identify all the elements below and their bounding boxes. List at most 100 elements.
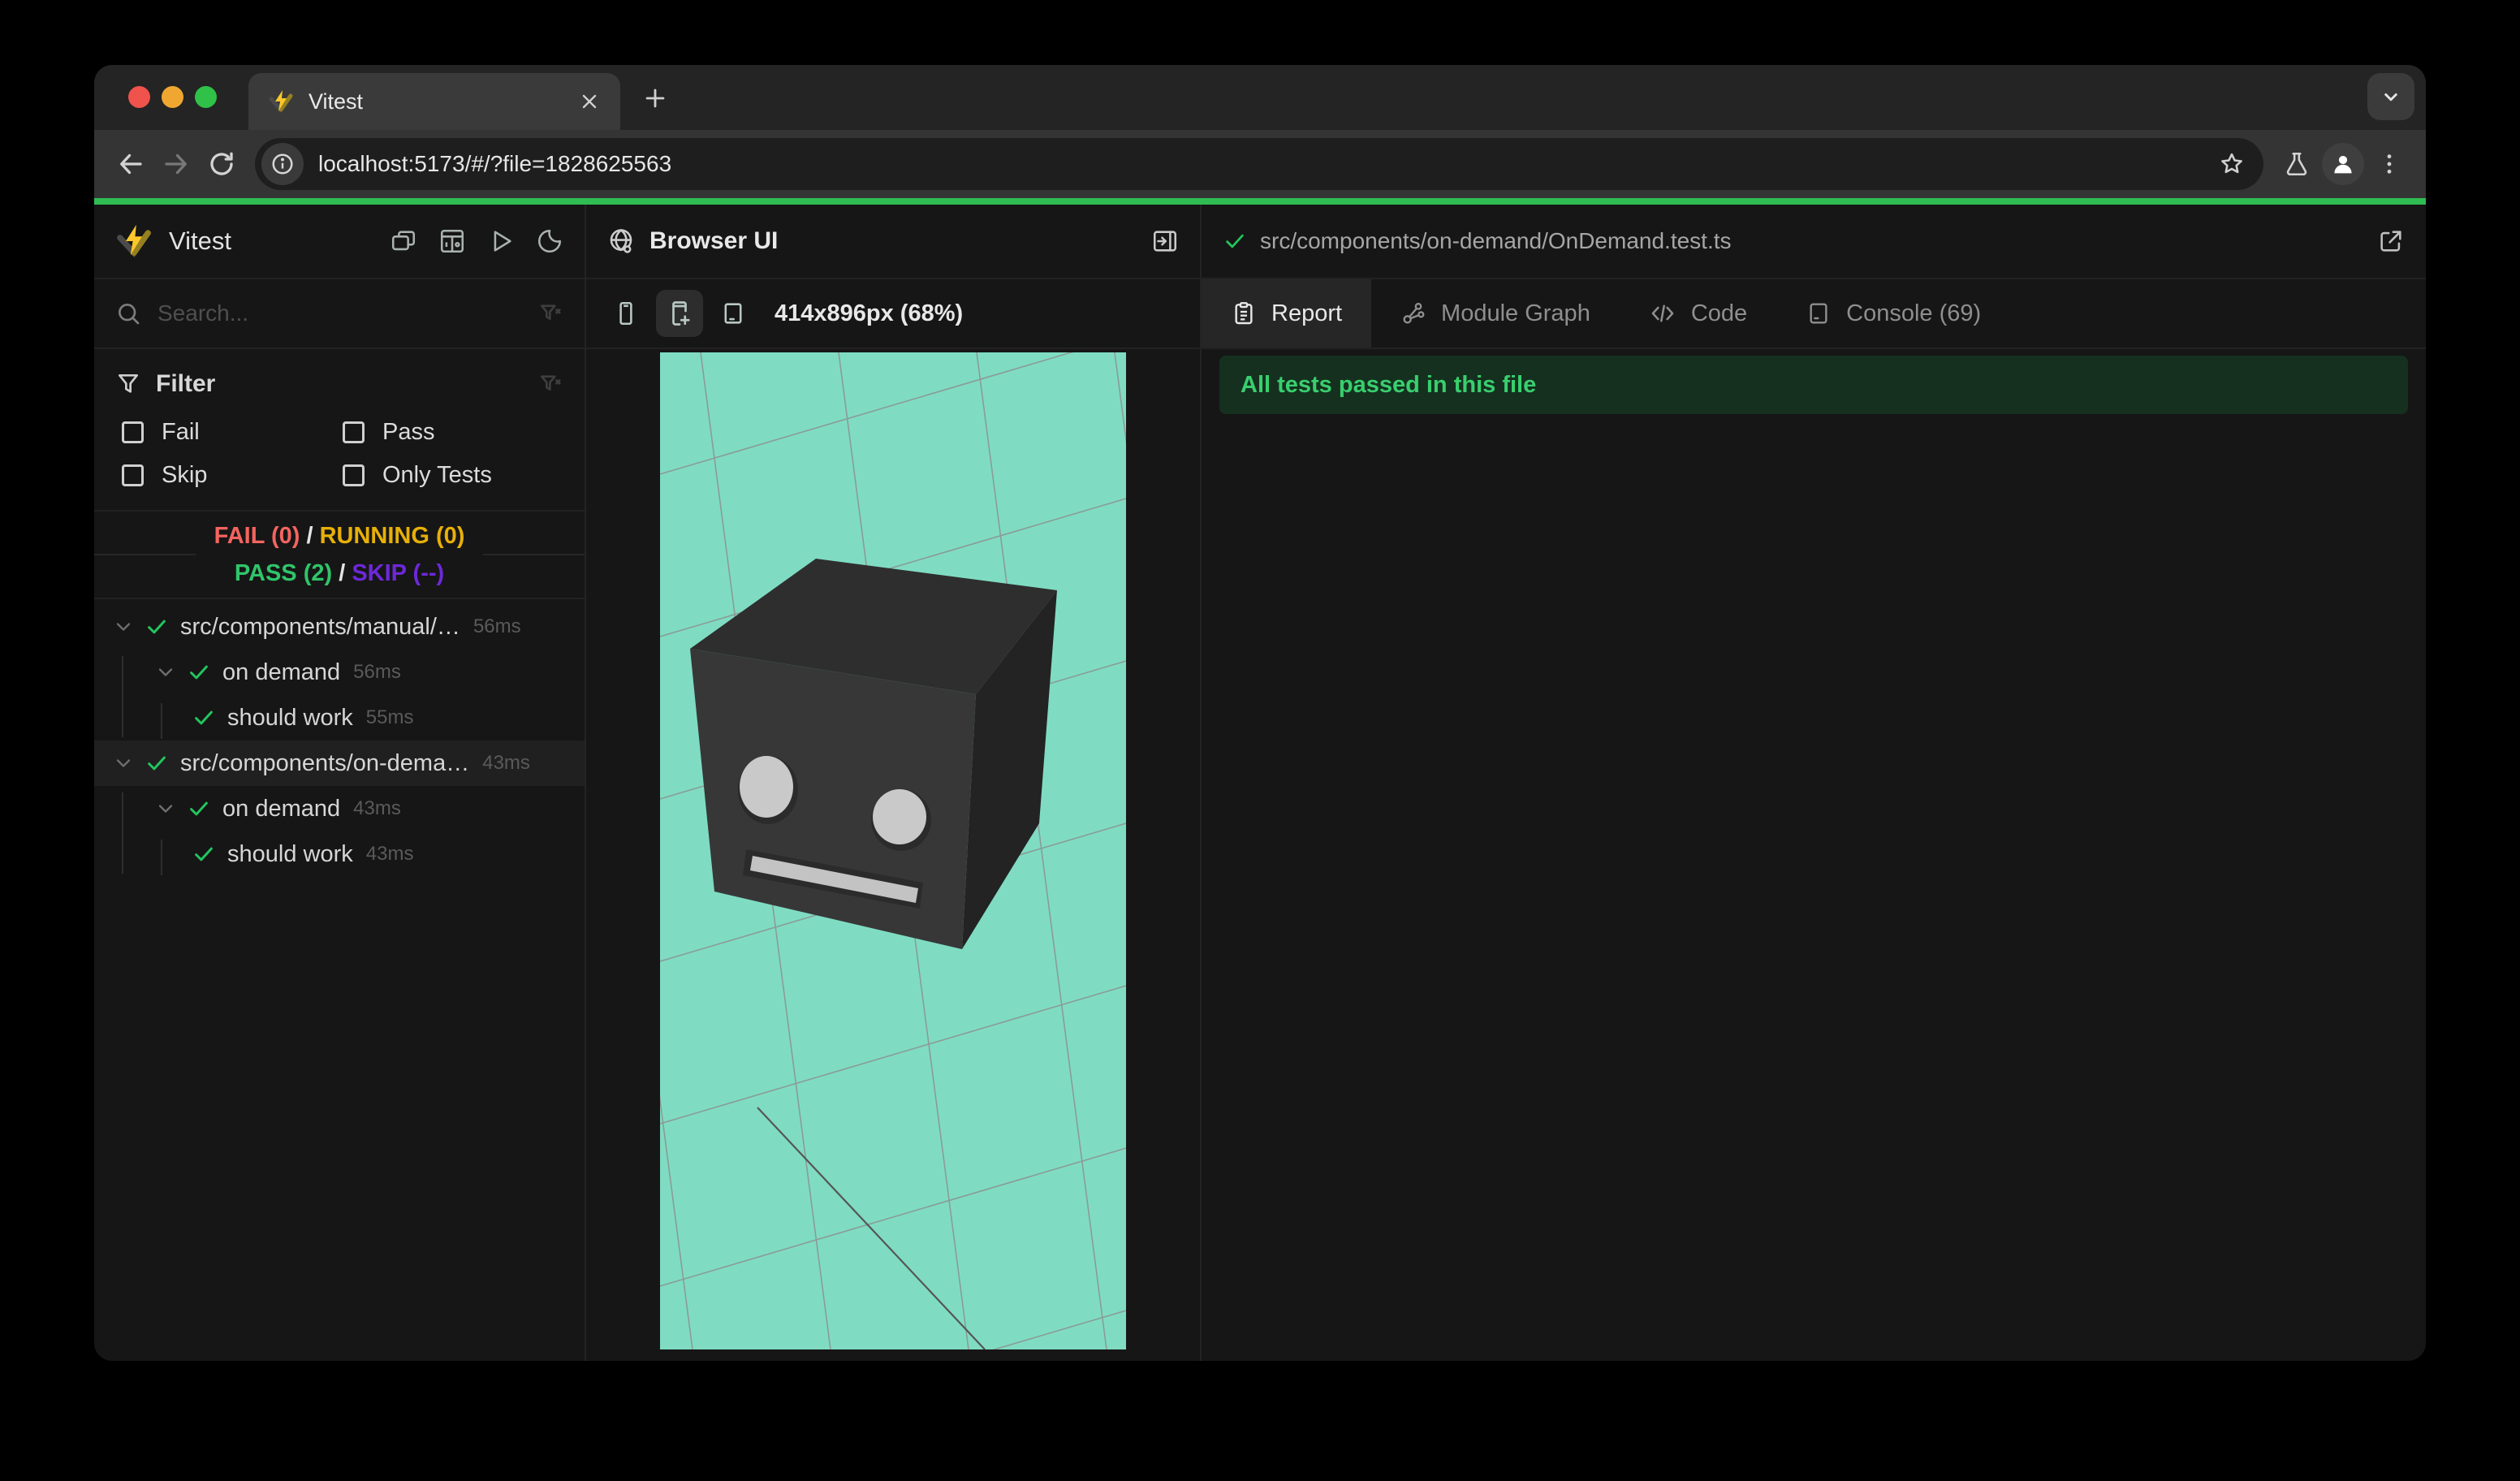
browser-ui-panel: Browser UI 414x896px (68%)	[586, 205, 1202, 1361]
test-file-row[interactable]: src/components/manual/… 56ms	[94, 604, 585, 650]
minimize-window-button[interactable]	[162, 86, 183, 108]
zoom-window-button[interactable]	[195, 86, 217, 108]
test-duration: 56ms	[472, 615, 521, 637]
search-input[interactable]	[158, 300, 521, 326]
report-tabs: Report Module Graph Code Console (69)	[1202, 279, 2426, 349]
test-duration: 43ms	[353, 797, 401, 819]
filter-section: Filter Fail Pass Skip Only Tests	[94, 349, 585, 512]
open-external-icon[interactable]	[2377, 227, 2405, 255]
report-panel: src/components/on-demand/OnDemand.test.t…	[1202, 205, 2426, 1361]
viewport-size-label: 414x896px (68%)	[775, 300, 964, 326]
filter-checkbox-fail[interactable]: Fail	[122, 419, 343, 446]
browser-tab-strip: Vitest	[94, 65, 2426, 130]
funnel-icon	[115, 371, 141, 397]
pass-check-icon	[192, 842, 216, 866]
preview-area	[586, 349, 1200, 1361]
url-text[interactable]: localhost:5173/#/?file=1828625563	[318, 151, 671, 177]
test-case-row[interactable]: should work 55ms	[94, 695, 585, 740]
test-file-row-selected[interactable]: src/components/on-dema… 43ms	[94, 740, 585, 786]
all-tests-passed-banner: All tests passed in this file	[1219, 356, 2408, 414]
tab-report[interactable]: Report	[1202, 279, 1372, 348]
test-suite-row[interactable]: on demand 43ms	[94, 786, 585, 831]
tested-component-preview[interactable]	[660, 352, 1126, 1349]
preview-windows-icon[interactable]	[390, 227, 417, 255]
checkbox[interactable]	[122, 464, 144, 486]
chevron-down-icon[interactable]	[112, 615, 135, 638]
forward-button[interactable]	[156, 144, 196, 184]
robot-right-eye	[873, 789, 926, 844]
clear-filter-icon[interactable]	[537, 371, 563, 397]
vitest-app: Vitest Search... Filter Fail Pass Skip O…	[94, 205, 2426, 1361]
tab-code[interactable]: Code	[1620, 279, 1776, 348]
filter-checkbox-skip[interactable]: Skip	[122, 462, 343, 489]
dock-panel-icon[interactable]	[1151, 227, 1179, 255]
device-tablet-button[interactable]	[710, 290, 757, 337]
profile-avatar[interactable]	[2322, 143, 2364, 185]
desktop-background: Vitest localhost:5173/#/?file=1828625563…	[0, 0, 2520, 1481]
test-label: should work	[227, 840, 353, 867]
browser-tab[interactable]: Vitest	[248, 73, 620, 130]
test-suite-row[interactable]: on demand 56ms	[94, 650, 585, 695]
close-tab-icon[interactable]	[578, 90, 601, 113]
experiments-flask-icon[interactable]	[2276, 144, 2317, 184]
window-controls	[128, 86, 217, 108]
checkbox[interactable]	[343, 421, 365, 443]
sidebar-header: Vitest	[94, 205, 585, 279]
browser-window: Vitest localhost:5173/#/?file=1828625563…	[94, 65, 2426, 1361]
new-tab-button[interactable]	[636, 80, 674, 117]
chevron-down-icon[interactable]	[154, 661, 177, 684]
bookmark-star-icon[interactable]	[2218, 150, 2246, 178]
summary-line-2: PASS (2) / SKIP (--)	[234, 560, 445, 586]
test-label: src/components/manual/…	[180, 613, 460, 640]
search-bar	[94, 279, 585, 349]
site-info-icon[interactable]	[261, 143, 304, 185]
tab-module-graph[interactable]: Module Graph	[1371, 279, 1620, 348]
pass-count: PASS (2)	[234, 560, 333, 586]
test-tree: src/components/manual/… 56ms on demand 5…	[94, 599, 585, 1361]
tab-title: Vitest	[309, 89, 364, 114]
checkbox[interactable]	[122, 421, 144, 443]
tab-search-button[interactable]	[2367, 73, 2414, 120]
device-toolbar: 414x896px (68%)	[586, 279, 1200, 349]
device-phone-plus-button[interactable]	[656, 290, 703, 337]
filter-checkbox-pass[interactable]: Pass	[343, 419, 563, 446]
test-case-row[interactable]: should work 43ms	[94, 831, 585, 877]
dashboard-icon[interactable]	[438, 227, 466, 255]
browser-menu-icon[interactable]	[2369, 144, 2410, 184]
close-window-button[interactable]	[128, 86, 150, 108]
device-phone-small-button[interactable]	[602, 290, 649, 337]
panel-title: Browser UI	[649, 227, 779, 254]
progress-bar	[94, 198, 2426, 205]
test-duration: 55ms	[365, 706, 414, 728]
reload-button[interactable]	[201, 144, 242, 184]
test-label: src/components/on-dema…	[180, 749, 470, 776]
summary-line-1: FAIL (0) / RUNNING (0)	[214, 523, 465, 549]
test-duration: 43ms	[482, 752, 530, 774]
module-graph-icon	[1403, 302, 1425, 324]
console-icon	[1810, 303, 1827, 324]
dark-mode-moon-icon[interactable]	[536, 227, 563, 255]
test-label: on demand	[222, 658, 341, 685]
running-count: RUNNING (0)	[319, 523, 465, 549]
pass-check-icon	[145, 751, 169, 775]
chevron-down-icon[interactable]	[154, 797, 177, 820]
test-duration: 43ms	[365, 843, 414, 865]
tab-console[interactable]: Console (69)	[1776, 279, 2010, 348]
filter-checkbox-only-tests[interactable]: Only Tests	[343, 462, 563, 489]
chevron-down-icon[interactable]	[112, 752, 135, 775]
pass-check-icon	[1223, 229, 1247, 253]
skip-count: SKIP (--)	[352, 560, 445, 586]
robot-left-eye	[740, 756, 793, 818]
indent-guide	[161, 703, 162, 739]
checkbox[interactable]	[343, 464, 365, 486]
report-header: src/components/on-demand/OnDemand.test.t…	[1202, 205, 2426, 279]
test-label: on demand	[222, 795, 341, 822]
indent-guide	[122, 792, 123, 874]
test-summary: FAIL (0) / RUNNING (0) PASS (2) / SKIP (…	[94, 512, 585, 599]
run-all-play-icon[interactable]	[487, 227, 515, 255]
back-button[interactable]	[110, 144, 151, 184]
clear-filter-icon[interactable]	[537, 300, 563, 326]
address-bar[interactable]: localhost:5173/#/?file=1828625563	[255, 138, 2263, 190]
test-label: should work	[227, 704, 353, 731]
filter-title: Filter	[156, 370, 216, 397]
